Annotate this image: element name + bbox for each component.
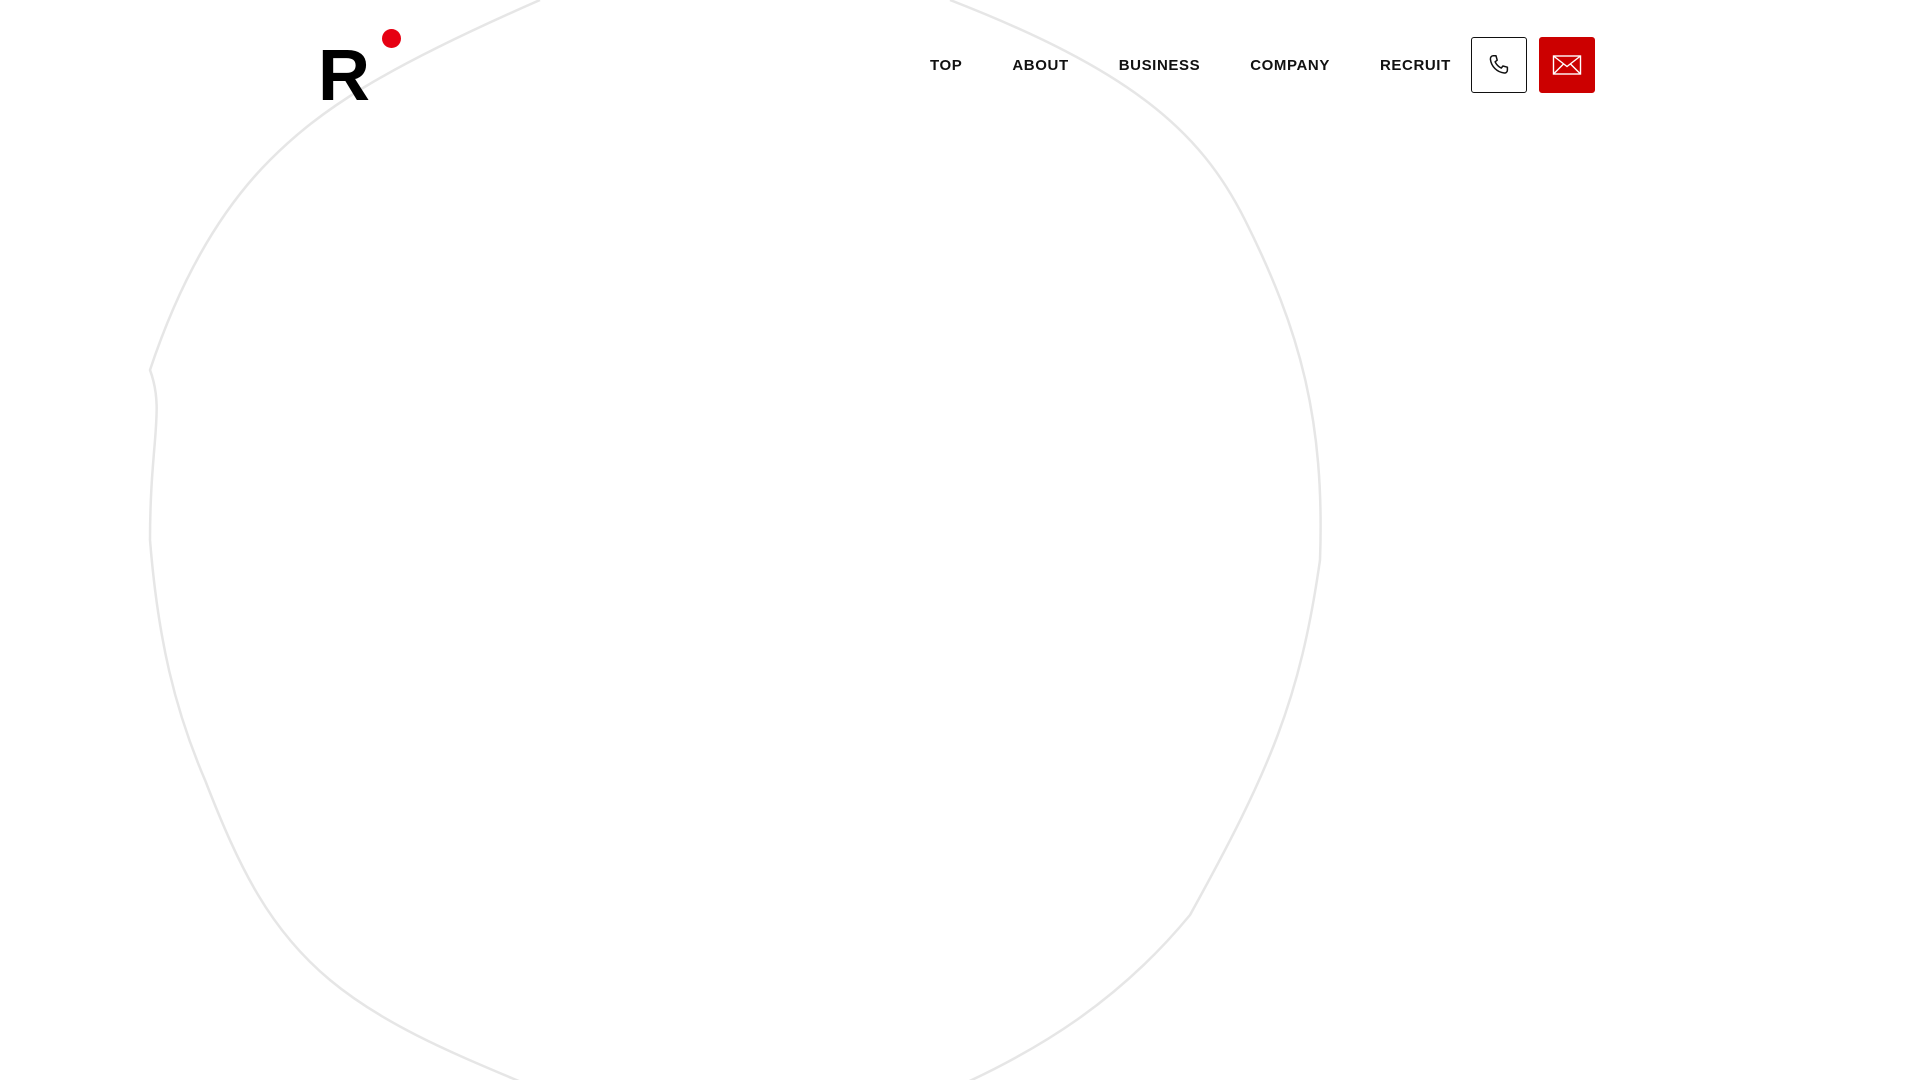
nav-item-top[interactable]: TOP [930,57,962,74]
blob-path [148,0,1322,1080]
site-logo[interactable]: R [318,26,414,116]
logo-letter: R [318,36,370,116]
mail-icon [1552,55,1582,75]
page: R TOP ABOUT BUSINESS COMPANY RECRUIT [0,0,1920,1080]
main-nav: TOP ABOUT BUSINESS COMPANY RECRUIT [930,37,1595,93]
nav-item-recruit[interactable]: RECRUIT [1380,57,1451,74]
phone-button[interactable] [1470,37,1527,93]
mail-button[interactable] [1538,37,1595,93]
nav-item-business[interactable]: BUSINESS [1119,57,1201,74]
background-blob-outline [148,0,1322,1080]
nav-item-about[interactable]: ABOUT [1012,57,1068,74]
phone-icon [1489,55,1508,74]
logo-red-dot [382,29,401,48]
nav-item-company[interactable]: COMPANY [1250,57,1330,74]
